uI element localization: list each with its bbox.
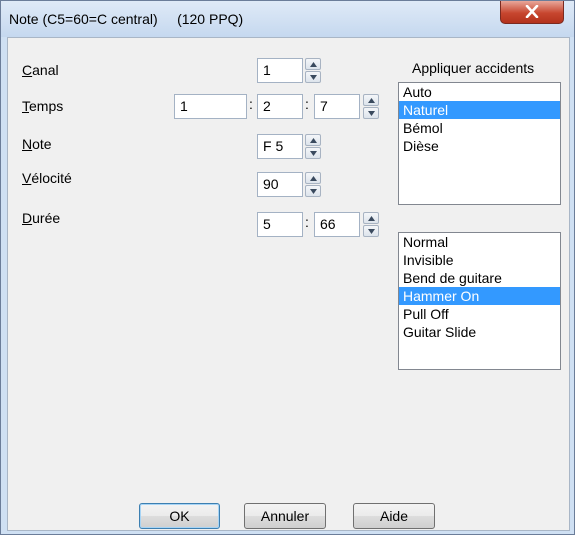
temps-label: Temps: [22, 98, 64, 114]
style-item-invisible[interactable]: Invisible: [399, 251, 560, 269]
duree-label: Durée: [22, 210, 61, 226]
cancel-button[interactable]: Annuler: [244, 503, 326, 529]
note-input[interactable]: F 5: [257, 134, 303, 159]
style-item-hammer-on[interactable]: Hammer On: [399, 287, 560, 305]
temps-separator-1: :: [249, 96, 253, 112]
help-button[interactable]: Aide: [353, 503, 435, 529]
dialog-body: Canal 1 Temps 1 : 2 : 7 Note F 5 Vélocit…: [7, 37, 570, 531]
temps-tick-input[interactable]: 7: [314, 94, 360, 119]
style-item-normal[interactable]: Normal: [399, 233, 560, 251]
temps-separator-2: :: [305, 96, 309, 112]
duree-beats-input[interactable]: 5: [257, 212, 303, 237]
accidents-heading: Appliquer accidents: [412, 60, 535, 76]
temps-measure-input[interactable]: 1: [174, 94, 247, 119]
close-button[interactable]: [500, 1, 564, 24]
duree-increment-button[interactable]: [363, 212, 379, 224]
temps-increment-button[interactable]: [363, 94, 379, 106]
close-x-icon: [525, 5, 539, 18]
arrow-up-icon: [310, 62, 317, 67]
accidents-item-naturel[interactable]: Naturel: [399, 101, 560, 119]
note-spinner[interactable]: [305, 134, 321, 159]
duree-spinner[interactable]: [363, 212, 379, 237]
velocite-input[interactable]: 90: [257, 172, 303, 197]
duree-ticks-input[interactable]: 66: [314, 212, 360, 237]
temps-beat-input[interactable]: 2: [257, 94, 303, 119]
temps-decrement-button[interactable]: [363, 107, 379, 119]
accidents-item-diese[interactable]: Dièse: [399, 137, 560, 155]
style-item-bend[interactable]: Bend de guitare: [399, 269, 560, 287]
arrow-up-icon: [368, 216, 375, 221]
accidents-item-bemol[interactable]: Bémol: [399, 119, 560, 137]
velocite-spinner[interactable]: [305, 172, 321, 197]
arrow-down-icon: [368, 229, 375, 234]
arrow-up-icon: [310, 138, 317, 143]
canal-increment-button[interactable]: [305, 58, 321, 70]
note-increment-button[interactable]: [305, 134, 321, 146]
arrow-up-icon: [368, 98, 375, 103]
velocite-label: Vélocité: [22, 170, 72, 186]
velocite-decrement-button[interactable]: [305, 185, 321, 197]
arrow-down-icon: [310, 75, 317, 80]
arrow-down-icon: [310, 151, 317, 156]
canal-input[interactable]: 1: [257, 58, 303, 83]
title-bar: Note (C5=60=C central) (120 PPQ): [1, 1, 574, 37]
velocite-increment-button[interactable]: [305, 172, 321, 184]
note-label: Note: [22, 136, 52, 152]
arrow-down-icon: [368, 111, 375, 116]
duree-separator: :: [305, 214, 309, 230]
canal-spinner[interactable]: [305, 58, 321, 83]
note-dialog: Note (C5=60=C central) (120 PPQ) Canal 1…: [0, 0, 575, 535]
accidents-listbox[interactable]: Auto Naturel Bémol Dièse: [398, 82, 561, 205]
arrow-up-icon: [310, 176, 317, 181]
canal-decrement-button[interactable]: [305, 71, 321, 83]
arrow-down-icon: [310, 189, 317, 194]
style-item-guitar-slide[interactable]: Guitar Slide: [399, 323, 560, 341]
note-style-listbox[interactable]: Normal Invisible Bend de guitare Hammer …: [398, 232, 561, 370]
note-decrement-button[interactable]: [305, 147, 321, 159]
style-item-pull-off[interactable]: Pull Off: [399, 305, 560, 323]
temps-spinner[interactable]: [363, 94, 379, 119]
canal-label: Canal: [22, 62, 59, 78]
duree-decrement-button[interactable]: [363, 225, 379, 237]
ok-button[interactable]: OK: [139, 503, 220, 529]
window-title: Note (C5=60=C central) (120 PPQ): [9, 11, 244, 27]
accidents-item-auto[interactable]: Auto: [399, 83, 560, 101]
